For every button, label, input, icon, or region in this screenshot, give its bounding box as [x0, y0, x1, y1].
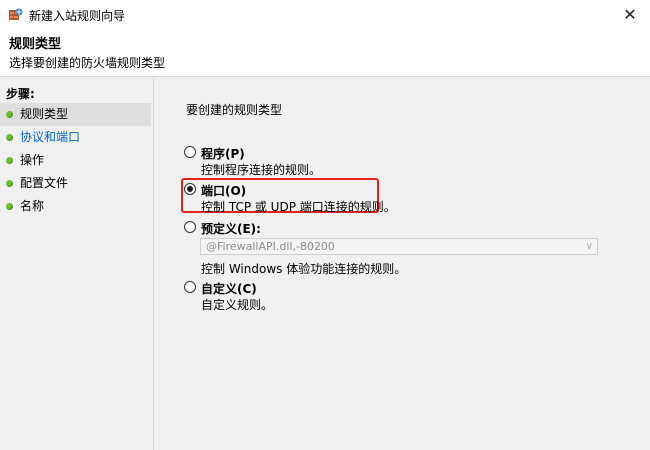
step-rule-type: 规则类型 — [0, 103, 151, 126]
predefined-description: 控制 Windows 体验功能连接的规则。 — [201, 262, 407, 276]
step-protocol-and-ports[interactable]: 协议和端口 — [0, 126, 151, 149]
step-label: 名称 — [20, 199, 45, 213]
wizard-header: 规则类型 选择要创建的防火墙规则类型 — [0, 28, 650, 77]
step-dot-icon — [6, 111, 13, 118]
port-description: 控制 TCP 或 UDP 端口连接的规则。 — [201, 200, 396, 214]
step-dot-icon — [6, 157, 13, 164]
program-description: 控制程序连接的规则。 — [201, 163, 322, 177]
close-icon: ✕ — [623, 4, 637, 24]
chevron-down-icon: ∨ — [585, 241, 593, 252]
step-label[interactable]: 协议和端口 — [20, 130, 80, 144]
title-bar: 新建入站规则向导 ✕ — [0, 0, 650, 28]
step-dot-icon — [6, 203, 13, 210]
predefined-label[interactable]: 预定义(E): — [201, 220, 261, 237]
predefined-dropdown-value: @FirewallAPI.dll,-80200 — [206, 240, 335, 253]
step-action: 操作 — [0, 149, 151, 172]
predefined-radio[interactable] — [184, 221, 196, 233]
predefined-rule-dropdown: @FirewallAPI.dll,-80200 ∨ — [200, 238, 598, 255]
page-subtitle: 选择要创建的防火墙规则类型 — [9, 56, 166, 70]
program-radio[interactable] — [184, 146, 196, 158]
rule-type-panel: 要创建的规则类型 程序(P) 控制程序连接的规则。 端口(O) 控制 TCP 或… — [153, 77, 650, 450]
step-label: 操作 — [20, 153, 45, 167]
page-title: 规则类型 — [9, 37, 62, 52]
port-radio[interactable] — [184, 183, 196, 195]
custom-description: 自定义规则。 — [201, 298, 274, 312]
step-list: 规则类型 协议和端口 操作 配置文件 名称 — [0, 103, 151, 218]
step-dot-icon — [6, 134, 13, 141]
step-label: 配置文件 — [20, 176, 69, 190]
window-title: 新建入站规则向导 — [29, 9, 126, 23]
custom-label[interactable]: 自定义(C) — [201, 280, 257, 297]
rule-type-question: 要创建的规则类型 — [186, 103, 283, 117]
program-label[interactable]: 程序(P) — [201, 145, 245, 162]
port-label[interactable]: 端口(O) — [201, 182, 246, 199]
step-profile: 配置文件 — [0, 172, 151, 195]
step-name: 名称 — [0, 195, 151, 218]
firewall-app-icon — [9, 8, 23, 20]
steps-heading: 步骤: — [6, 87, 35, 101]
step-label: 规则类型 — [20, 107, 69, 121]
wizard-body: 步骤: 规则类型 协议和端口 操作 配置文件 名称 要创建的规则类型 程序(P)… — [0, 77, 650, 450]
close-button[interactable]: ✕ — [610, 0, 650, 28]
custom-radio[interactable] — [184, 281, 196, 293]
step-dot-icon — [6, 180, 13, 187]
